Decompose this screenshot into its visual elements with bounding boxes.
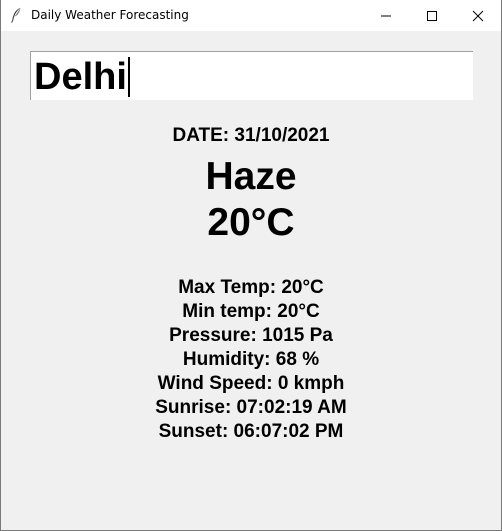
minimize-icon: [381, 15, 391, 17]
humidity-label: Humidity: 68 %: [182, 349, 320, 370]
city-input-value: Delhi: [34, 55, 130, 99]
maximize-icon: [427, 11, 437, 21]
temperature-label: 20°C: [207, 201, 295, 244]
min-temp-label: Min temp: 20°C: [182, 301, 320, 322]
close-icon: [472, 10, 484, 22]
title-bar[interactable]: Daily Weather Forecasting: [1, 0, 501, 31]
text-cursor: [127, 57, 130, 97]
maximize-button[interactable]: [409, 0, 455, 31]
wind-speed-label: Wind Speed: 0 kmph: [157, 373, 345, 394]
window-title: Daily Weather Forecasting: [31, 8, 189, 22]
city-input[interactable]: Delhi: [30, 51, 473, 100]
sunrise-label: Sunrise: 07:02:19 AM: [155, 397, 347, 418]
minimize-button[interactable]: [363, 0, 409, 31]
pressure-label: Pressure: 1015 Pa: [169, 325, 333, 346]
close-button[interactable]: [455, 0, 501, 31]
sunset-label: Sunset: 06:07:02 PM: [158, 421, 344, 442]
date-label: DATE: 31/10/2021: [172, 125, 330, 146]
feather-icon: [10, 7, 22, 23]
max-temp-label: Max Temp: 20°C: [178, 277, 324, 298]
app-window: Daily Weather Forecasting Delhi DATE: 31…: [0, 0, 502, 531]
weather-details: Max Temp: 20°C Min temp: 20°C Pressure: …: [1, 276, 501, 444]
condition-label: Haze: [205, 155, 297, 198]
